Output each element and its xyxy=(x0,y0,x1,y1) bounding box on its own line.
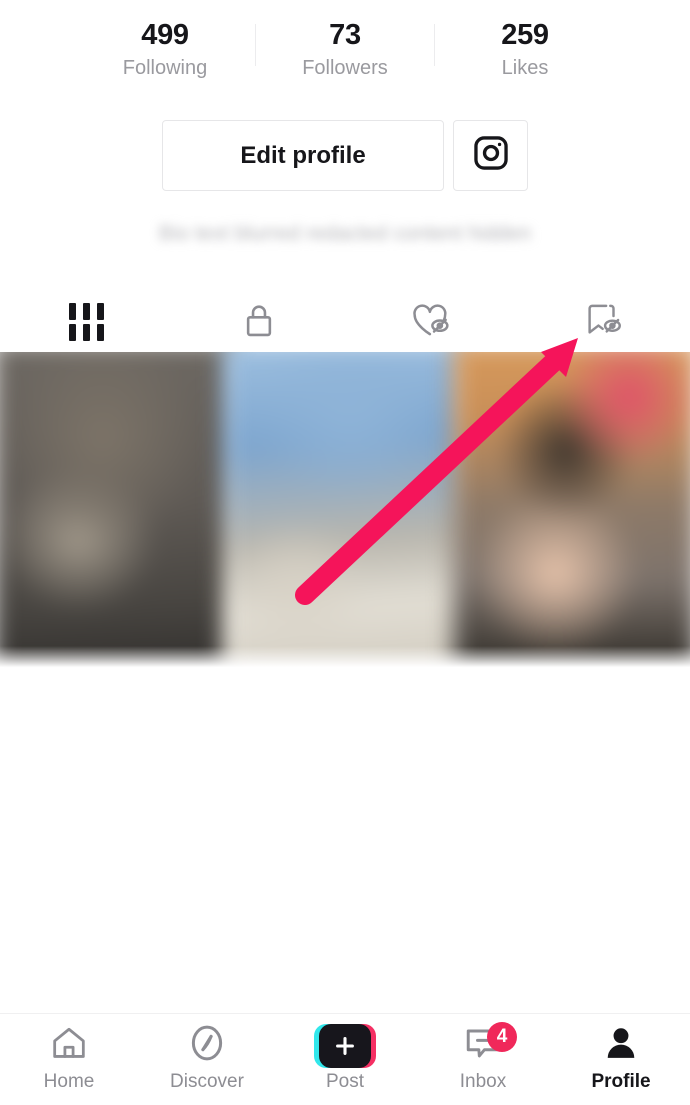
grid-icon xyxy=(68,303,104,341)
post-icon-wrap xyxy=(314,1023,376,1068)
person-icon-wrap xyxy=(602,1027,640,1065)
followers-label: Followers xyxy=(302,57,388,79)
plus-icon xyxy=(319,1023,371,1068)
instagram-icon xyxy=(472,134,510,177)
video-grid xyxy=(0,352,690,672)
inbox-icon-wrap: 4 xyxy=(463,1021,517,1065)
likes-label: Likes xyxy=(501,57,549,79)
nav-post[interactable]: Post xyxy=(276,1023,414,1093)
compass-icon xyxy=(188,1024,226,1067)
stat-followers[interactable]: 73 Followers xyxy=(255,18,435,81)
nav-profile-label: Profile xyxy=(591,1070,651,1092)
nav-home[interactable]: Home xyxy=(0,1027,138,1093)
stat-divider-left xyxy=(255,24,256,66)
post-button[interactable] xyxy=(314,1023,376,1068)
bookmark-slash-icon xyxy=(583,301,625,344)
home-icon xyxy=(50,1025,88,1066)
nav-inbox[interactable]: 4 Inbox xyxy=(414,1021,552,1093)
likes-count: 259 xyxy=(501,19,549,51)
video-thumbnail-2[interactable] xyxy=(223,352,467,672)
heart-slash-icon xyxy=(410,302,452,343)
following-count: 499 xyxy=(141,19,189,51)
tab-posts[interactable] xyxy=(0,292,173,352)
stat-following[interactable]: 499 Following xyxy=(75,18,255,81)
following-label: Following xyxy=(122,57,208,79)
edit-profile-button[interactable]: Edit profile xyxy=(162,120,444,191)
lock-icon xyxy=(242,301,276,344)
video-thumbnail-1[interactable] xyxy=(0,352,237,672)
tiktok-profile-screen: 499 Following 73 Followers 259 Likes Edi… xyxy=(0,0,690,1105)
tab-saved[interactable] xyxy=(518,292,690,352)
person-icon xyxy=(602,1024,640,1067)
tab-private[interactable] xyxy=(173,292,346,352)
bio-text-blurred: Bio text blurred redacted content hidden xyxy=(158,222,532,245)
nav-discover-label: Discover xyxy=(170,1070,244,1092)
nav-inbox-label: Inbox xyxy=(459,1070,507,1092)
instagram-link-button[interactable] xyxy=(453,120,528,191)
home-icon-wrap xyxy=(50,1027,88,1065)
nav-post-label: Post xyxy=(325,1070,365,1092)
nav-discover[interactable]: Discover xyxy=(138,1024,276,1093)
inbox-badge: 4 xyxy=(487,1021,517,1052)
stat-likes[interactable]: 259 Likes xyxy=(435,18,615,81)
bottom-navigation: Home Discover Post 4 Inbox Profile xyxy=(0,1013,690,1105)
nav-home-label: Home xyxy=(43,1070,95,1092)
profile-bio: Bio text blurred redacted content hidden xyxy=(0,212,690,256)
profile-actions: Edit profile xyxy=(0,120,690,191)
edit-profile-label: Edit profile xyxy=(240,141,366,169)
profile-tab-bar xyxy=(0,292,690,352)
compass-icon-wrap xyxy=(188,1024,226,1067)
followers-count: 73 xyxy=(329,19,361,51)
tab-liked[interactable] xyxy=(345,292,518,352)
nav-profile[interactable]: Profile xyxy=(552,1027,690,1093)
profile-stats: 499 Following 73 Followers 259 Likes xyxy=(0,18,690,100)
video-thumbnail-3[interactable] xyxy=(453,352,690,672)
